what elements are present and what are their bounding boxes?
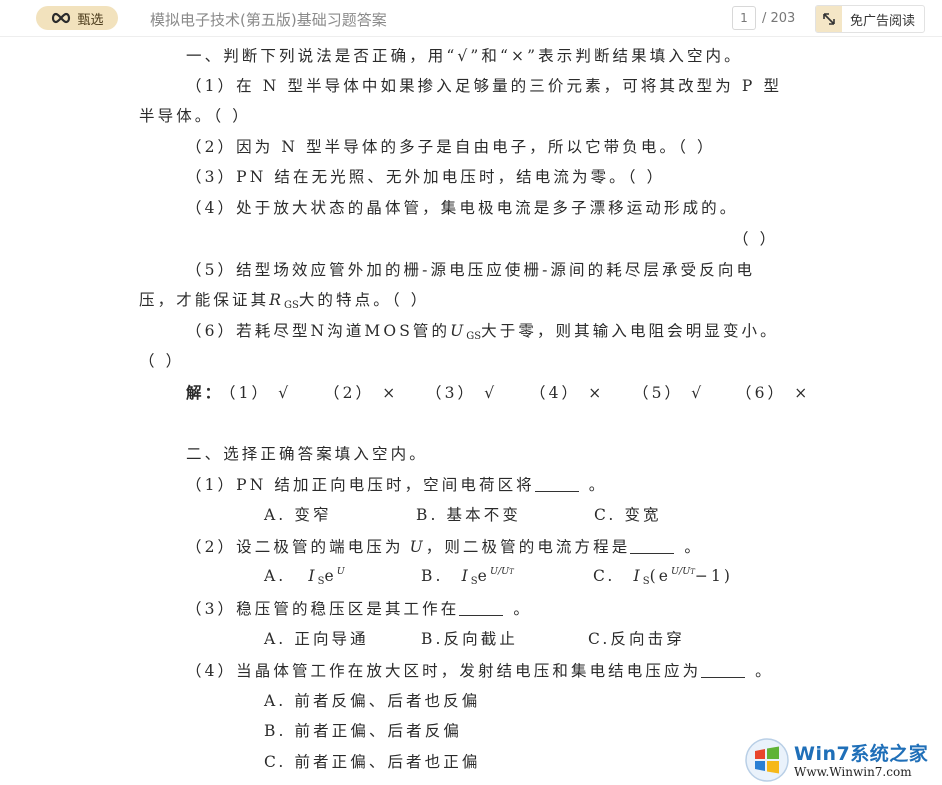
- q6-text-post: 大于零，则其输入电阻会明显变小。: [481, 322, 779, 340]
- page-total: / 203: [762, 10, 796, 26]
- expand-icon: [816, 6, 842, 32]
- featured-badge-button[interactable]: 甄选: [36, 6, 118, 30]
- s2-question-1: （1）PN 结加正向电压时，空间电荷区将 。: [186, 473, 607, 495]
- s2q3-text: （3）稳压管的稳压区是其工作在: [186, 600, 460, 618]
- s2q1-option-a: A. 变窄: [264, 506, 332, 524]
- exponent: U/UT: [490, 566, 514, 577]
- section2-heading: 二、选择正确答案填入空内。: [186, 445, 428, 463]
- s1-question-6-paren: （ ）: [139, 352, 185, 370]
- s2-question-2: （2）设二极管的端电压为 U，则二极管的电流方程是 。: [186, 535, 703, 557]
- windows-logo-icon: [745, 738, 789, 782]
- exponent: U: [336, 566, 345, 577]
- current-symbol: I: [308, 567, 318, 585]
- s2q2-symbol: U: [409, 538, 426, 556]
- s1-question-5-cont: 压，才能保证其RGS大的特点。（ ）: [139, 288, 429, 311]
- s1-question-6: （6）若耗尽型N沟道MOS管的UGS大于零，则其输入电阻会明显变小。: [186, 319, 779, 342]
- s1-question-4-paren: （ ）: [733, 230, 779, 248]
- s2q1-text: （1）PN 结加正向电压时，空间电荷区将: [186, 476, 535, 494]
- current-symbol: I: [461, 567, 471, 585]
- answer-blank: [534, 477, 579, 492]
- s2q2-option-a: A. ISeU: [264, 566, 345, 587]
- s2q2-option-b: B. ISeU/UT: [421, 566, 514, 587]
- page-number-input[interactable]: [732, 6, 756, 30]
- document-title: 模拟电子技术(第五版)基础习题答案: [150, 11, 387, 29]
- s2q2-text-post: ，则二极管的电流方程是: [425, 538, 631, 556]
- s1-question-5: （5）结型场效应管外加的栅-源电压应使栅-源间的耗尽层承受反向电: [186, 261, 756, 279]
- saturation-subscript: S: [470, 576, 478, 587]
- q5-symbol: R: [269, 291, 284, 309]
- answer-2: （2） ×: [324, 384, 399, 402]
- option-a-label: A.: [264, 567, 287, 585]
- s2q2-end: 。: [684, 538, 703, 556]
- s2q4-end: 。: [755, 662, 774, 680]
- page-navigator: / 203: [732, 6, 800, 30]
- exp-base: e: [477, 567, 490, 585]
- q5-text-pre: 压，才能保证其: [139, 291, 270, 309]
- s2q4-option-b: B. 前者正偏、后者反偏: [264, 722, 462, 740]
- featured-badge-label: 甄选: [77, 12, 104, 28]
- s1-question-4: （4）处于放大状态的晶体管，集电极电流是多子漂移运动形成的。: [186, 199, 739, 217]
- s2q3-option-a: A. 正向导通: [264, 630, 369, 648]
- answer-4: （4） ×: [530, 384, 605, 402]
- ad-free-reading-button[interactable]: 免广告阅读: [815, 5, 925, 33]
- saturation-subscript: S: [642, 576, 650, 587]
- s2q1-option-c: C. 变宽: [594, 506, 662, 524]
- s1-question-3: （3）PN 结在无光照、无外加电压时，结电流为零。（ ）: [186, 168, 666, 186]
- ad-free-label: 免广告阅读: [850, 13, 916, 29]
- s1-question-1: （1）在 N 型半导体中如果掺入足够量的三价元素，可将其改型为 P 型: [186, 77, 783, 95]
- s1-answers: 解： （1） √ （2） × （3） √ （4） × （5） √ （6） ×: [186, 381, 807, 403]
- s1-question-2: （2）因为 N 型半导体的多子是自由电子，所以它带负电。（ ）: [186, 138, 716, 156]
- s2q3-option-c: C.反向击穿: [588, 630, 685, 648]
- s2q1-end: 。: [588, 476, 608, 494]
- s2q4-text: （4）当晶体管工作在放大区时，发射结电压和集电结电压应为: [186, 662, 702, 680]
- q6-symbol: U: [450, 322, 467, 340]
- answer-1: （1） √: [220, 384, 292, 402]
- site-watermark: Win7系统之家 Www.Winwin7.com: [742, 735, 942, 785]
- q6-subscript: GS: [466, 331, 482, 342]
- section1-heading: 一、判断下列说法是否正确，用“√”和“×”表示判断结果填入空内。: [186, 47, 743, 65]
- s2q2-option-c: C. IS(eU/UT−1): [593, 566, 733, 587]
- s1-question-1-cont: 半导体。（ ）: [139, 107, 251, 125]
- exponent: U/UT: [671, 566, 695, 577]
- exponent-ratio: U/U: [489, 566, 510, 577]
- option-c-label: C.: [593, 567, 616, 585]
- s2q1-option-b: B. 基本不变: [416, 506, 521, 524]
- q5-subscript: GS: [283, 300, 299, 311]
- answer-3: （3） √: [426, 384, 498, 402]
- watermark-url: Www.Winwin7.com: [794, 765, 912, 779]
- option-b-label: B.: [421, 567, 444, 585]
- q6-text-pre: （6）若耗尽型N沟道MOS管的: [186, 322, 451, 340]
- s2-question-3: （3）稳压管的稳压区是其工作在 。: [186, 597, 532, 619]
- s2q3-option-b: B.反向截止: [421, 630, 518, 648]
- answer-6: （6） ×: [736, 384, 811, 402]
- s2q4-option-c: C. 前者正偏、后者也正偏: [264, 753, 481, 771]
- current-symbol: I: [633, 567, 643, 585]
- s2q4-option-a: A. 前者反偏、后者也反偏: [264, 692, 481, 710]
- exp-tail: −1): [694, 567, 734, 585]
- answer-blank: [459, 601, 504, 616]
- answer-5: （5） √: [633, 384, 705, 402]
- q5-text-post: 大的特点。（ ）: [298, 291, 430, 309]
- answer-label: 解：: [186, 383, 224, 402]
- exp-paren: (e: [649, 567, 671, 585]
- s2q3-end: 。: [513, 600, 532, 618]
- answer-blank: [701, 663, 746, 678]
- answer-blank: [630, 539, 675, 554]
- s2-question-4: （4）当晶体管工作在放大区时，发射结电压和集电结电压应为 。: [186, 659, 774, 681]
- s2q2-text-pre: （2）设二极管的端电压为: [186, 538, 404, 556]
- thermal-subscript: T: [509, 568, 514, 576]
- exponent-ratio: U/U: [670, 566, 691, 577]
- exp-base: e: [324, 567, 337, 585]
- top-toolbar: 甄选 模拟电子技术(第五版)基础习题答案 / 203 免广告阅读: [0, 0, 942, 37]
- infinity-icon: [52, 12, 71, 24]
- watermark-title: Win7系统之家: [794, 743, 929, 765]
